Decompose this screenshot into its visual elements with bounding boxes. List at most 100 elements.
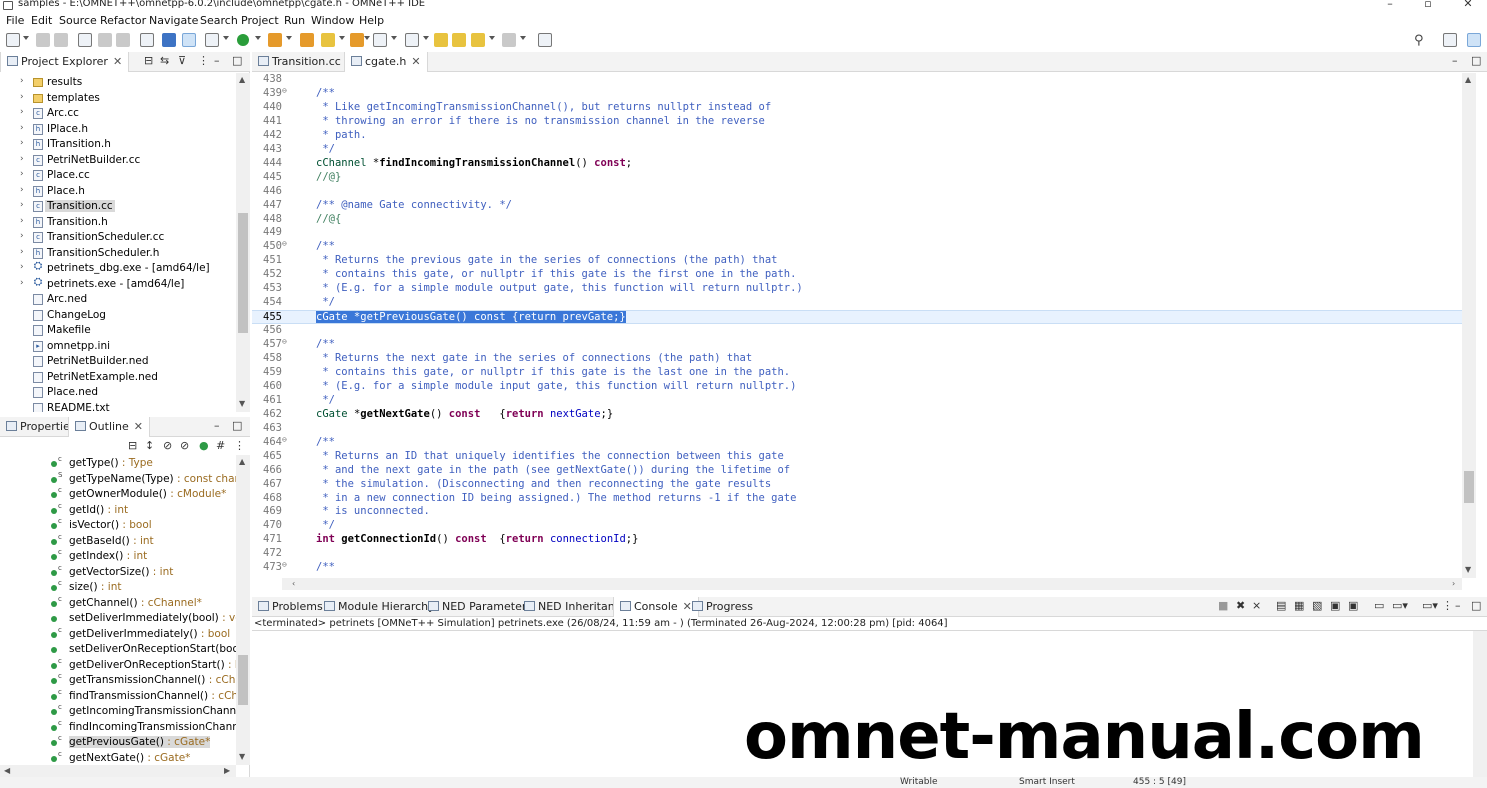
- code-line[interactable]: 456: [252, 324, 1462, 338]
- maximize-view-icon[interactable]: □: [232, 419, 242, 432]
- terminal-icon[interactable]: [162, 33, 176, 47]
- save-all-icon[interactable]: [54, 33, 68, 47]
- code-line[interactable]: 449: [252, 226, 1462, 240]
- outline-item[interactable]: c findIncomingTransmissionChannel() :: [0, 719, 236, 736]
- show-stdout-icon[interactable]: ▣: [1330, 599, 1340, 612]
- code-line[interactable]: 469 * is unconnected.: [252, 505, 1462, 519]
- outline-item[interactable]: c getTransmissionChannel() : cChannel: [0, 672, 236, 689]
- explorer-item[interactable]: ▸ omnetpp.ini: [0, 339, 236, 355]
- fold-toggle-icon[interactable]: ⊖: [282, 239, 287, 248]
- filter-icon[interactable]: ⊽: [178, 54, 186, 67]
- code-line[interactable]: 443 */: [252, 143, 1462, 157]
- link-editor-icon[interactable]: ⇆: [160, 54, 169, 67]
- undo-icon[interactable]: [98, 33, 112, 47]
- maximize-view-icon[interactable]: □: [232, 54, 242, 67]
- scroll-right-icon[interactable]: ▶: [224, 766, 230, 775]
- minimize-view-icon[interactable]: –: [214, 419, 220, 432]
- outline-item[interactable]: SgetTypeName(Type) : const char*: [0, 471, 236, 488]
- search-icon[interactable]: ⚲: [1414, 33, 1428, 48]
- outline-item[interactable]: c getIndex() : int: [0, 548, 236, 565]
- pin-console-icon[interactable]: ▭: [1374, 599, 1384, 612]
- profile-icon[interactable]: [268, 33, 282, 47]
- scroll-right-icon[interactable]: ›: [1452, 579, 1455, 588]
- chevron-down-icon[interactable]: [286, 36, 292, 40]
- outline-item[interactable]: c getNextGate() : cGate*: [0, 750, 236, 766]
- outline-item[interactable]: c getChannel() : cChannel*: [0, 595, 236, 612]
- menu-run[interactable]: Run: [284, 14, 305, 27]
- code-line[interactable]: 448 //@{: [252, 213, 1462, 227]
- menu-help[interactable]: Help: [359, 14, 384, 27]
- explorer-item[interactable]: README.txt: [0, 401, 236, 412]
- code-line[interactable]: 442 * path.: [252, 129, 1462, 143]
- chevron-right-icon[interactable]: ›: [20, 92, 24, 102]
- scroll-lock-icon[interactable]: ▦: [1294, 599, 1304, 612]
- chevron-right-icon[interactable]: ›: [20, 247, 24, 257]
- code-line[interactable]: 453 * (E.g. for a simple module output g…: [252, 282, 1462, 296]
- explorer-item[interactable]: › ⛭ petrinets.exe - [amd64/le]: [0, 276, 236, 293]
- code-line[interactable]: 447 /** @name Gate connectivity. */: [252, 199, 1462, 213]
- fold-toggle-icon[interactable]: ⊖: [282, 560, 287, 569]
- outline-hscrollbar[interactable]: ◀ ▶: [0, 765, 236, 777]
- code-line[interactable]: 464 ⊖ /**: [252, 435, 1462, 450]
- code-line[interactable]: 462 cGate *getNextGate() const {return ne…: [252, 408, 1462, 422]
- console-scrollbar[interactable]: [1473, 631, 1487, 777]
- perspective-icon[interactable]: [1467, 33, 1481, 47]
- new-icon[interactable]: [6, 33, 20, 47]
- scroll-down-icon[interactable]: ▼: [239, 399, 245, 408]
- menu-search[interactable]: Search: [200, 14, 238, 27]
- chevron-right-icon[interactable]: ›: [20, 107, 24, 117]
- chevron-down-icon[interactable]: [423, 36, 429, 40]
- menu-edit[interactable]: Edit: [31, 14, 52, 27]
- terminate-icon[interactable]: ■: [1218, 599, 1228, 612]
- code-line[interactable]: 444 cChannel *findIncomingTransmissionCha…: [252, 157, 1462, 171]
- outline-item[interactable]: c getBaseId() : int: [0, 533, 236, 550]
- outline-item[interactable]: setDeliverOnReceptionStart(bool) : v: [0, 642, 236, 658]
- explorer-item[interactable]: PetriNetBuilder.ned: [0, 354, 236, 370]
- hide-fields-icon[interactable]: ⊘: [163, 439, 172, 452]
- menu-source[interactable]: Source: [59, 14, 97, 27]
- new-ned-icon[interactable]: [350, 33, 364, 47]
- outline-item[interactable]: c getVectorSize() : int: [0, 564, 236, 581]
- tab-project-explorer[interactable]: Project Explorer ✕: [0, 52, 130, 72]
- fold-toggle-icon[interactable]: ⊖: [282, 435, 287, 444]
- code-line[interactable]: 440 * Like getIncomingTransmissionChanne…: [252, 101, 1462, 115]
- forward-icon[interactable]: [502, 33, 516, 47]
- remove-launch-icon[interactable]: ✖: [1236, 599, 1245, 612]
- new-project-icon[interactable]: [300, 33, 314, 47]
- new-wizard-icon[interactable]: [321, 33, 335, 47]
- maximize-button[interactable]: ▫: [1418, 0, 1438, 10]
- editor-scrollbar[interactable]: ▲ ▼: [1462, 73, 1476, 578]
- chevron-right-icon[interactable]: ›: [20, 231, 24, 241]
- view-menu-icon[interactable]: ⋮: [234, 439, 245, 452]
- outline-item[interactable]: c getDeliverOnReceptionStart() : bool: [0, 657, 236, 674]
- open-console-icon[interactable]: [538, 33, 552, 47]
- close-icon[interactable]: ✕: [113, 55, 122, 68]
- outline-item[interactable]: c isVector() : bool: [0, 517, 236, 534]
- scroll-up-icon[interactable]: ▲: [239, 457, 245, 466]
- scroll-left-icon[interactable]: ◀: [4, 766, 10, 775]
- tab-outline[interactable]: Outline ✕: [68, 417, 151, 437]
- print-icon[interactable]: [78, 33, 92, 47]
- minimize-view-icon[interactable]: –: [214, 54, 220, 67]
- code-line[interactable]: 473 ⊖ /**: [252, 560, 1462, 575]
- code-line[interactable]: 454 */: [252, 296, 1462, 310]
- outline-item[interactable]: c getOwnerModule() : cModule*: [0, 486, 236, 503]
- show-stderr-icon[interactable]: ▣: [1348, 599, 1358, 612]
- pin-editor-icon[interactable]: [452, 33, 466, 47]
- next-annotation-icon[interactable]: [373, 33, 387, 47]
- last-edit-icon[interactable]: [434, 33, 448, 47]
- menu-window[interactable]: Window: [311, 14, 354, 27]
- code-line[interactable]: 459 * contains this gate, or nullptr if …: [252, 366, 1462, 380]
- open-console-icon[interactable]: ▭▾: [1422, 599, 1438, 612]
- explorer-item[interactable]: ChangeLog: [0, 308, 236, 324]
- code-line[interactable]: 446: [252, 185, 1462, 199]
- back-icon[interactable]: [471, 33, 485, 47]
- chevron-down-icon[interactable]: [255, 36, 261, 40]
- code-line[interactable]: 465 * Returns an ID that uniquely identi…: [252, 450, 1462, 464]
- chevron-down-icon[interactable]: [339, 36, 345, 40]
- chevron-down-icon[interactable]: [223, 36, 229, 40]
- clear-console-icon[interactable]: ▤: [1276, 599, 1286, 612]
- code-line[interactable]: 438: [252, 73, 1462, 87]
- hide-macros-icon[interactable]: #: [216, 439, 225, 452]
- hide-nonpublic-icon[interactable]: ●: [199, 439, 209, 452]
